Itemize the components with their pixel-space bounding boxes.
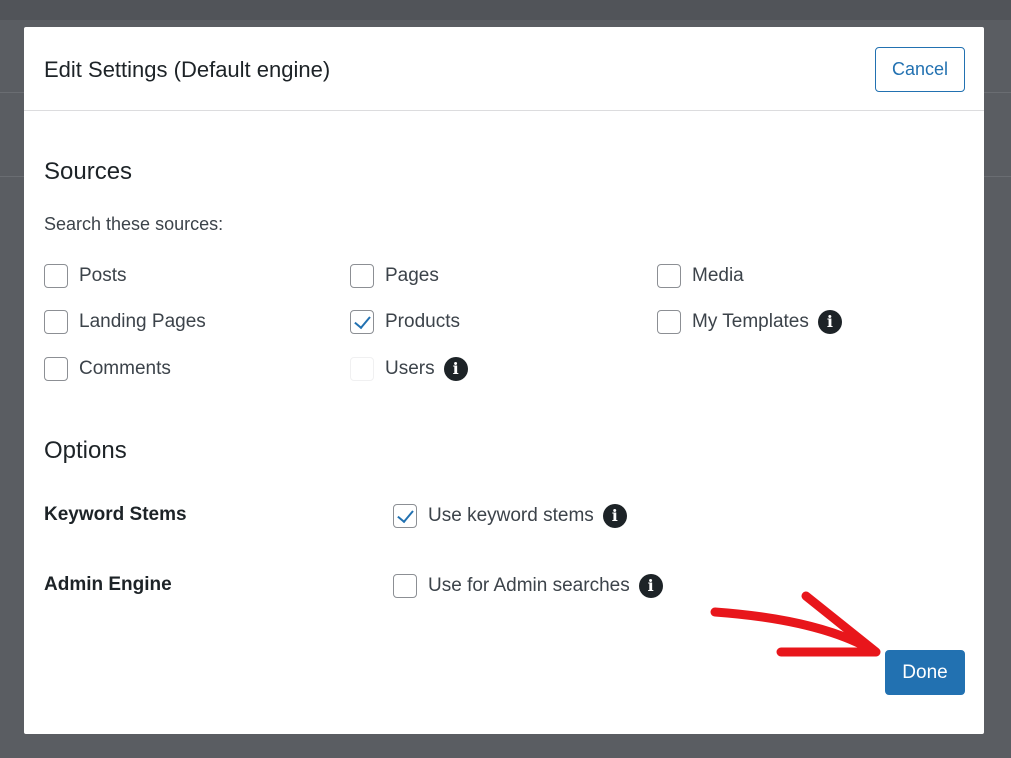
keyword-stems-label: Keyword Stems (44, 504, 187, 525)
info-icon[interactable]: i (443, 357, 468, 381)
done-button[interactable]: Done (885, 650, 965, 695)
admin-engine-label: Admin Engine (44, 574, 172, 595)
sources-subtext: Search these sources: (44, 214, 224, 234)
option-checkbox-label: Use for Admin searches (428, 575, 630, 596)
source-my-templates[interactable]: My Templates i (657, 309, 842, 335)
source-media[interactable]: Media (657, 263, 744, 289)
keyword-stems-option[interactable]: Use keyword stems i (393, 503, 627, 529)
sources-heading: Sources (44, 158, 133, 185)
source-label: Media (692, 265, 744, 286)
source-label: Users (385, 358, 435, 379)
source-label: My Templates (692, 311, 809, 332)
source-users[interactable]: Users i (350, 356, 468, 382)
checkbox-disabled[interactable] (350, 357, 374, 381)
info-icon[interactable]: i (602, 504, 627, 528)
option-checkbox-label: Use keyword stems (428, 505, 594, 526)
source-label: Products (385, 311, 460, 332)
source-label: Pages (385, 265, 439, 286)
modal-header: Edit Settings (Default engine) Cancel (24, 27, 984, 111)
source-label: Comments (79, 358, 171, 379)
checkbox[interactable] (350, 264, 374, 288)
checkbox-checked[interactable] (393, 504, 417, 528)
info-icon[interactable]: i (817, 310, 842, 334)
cancel-button[interactable]: Cancel (875, 47, 965, 92)
checkbox[interactable] (657, 264, 681, 288)
source-products[interactable]: Products (350, 309, 460, 335)
source-label: Posts (79, 265, 127, 286)
source-pages[interactable]: Pages (350, 263, 439, 289)
source-landing-pages[interactable]: Landing Pages (44, 309, 206, 335)
admin-searches-option[interactable]: Use for Admin searches i (393, 573, 663, 599)
edit-settings-modal: Edit Settings (Default engine) Cancel So… (24, 27, 984, 734)
background-page-header (0, 0, 1011, 20)
source-posts[interactable]: Posts (44, 263, 127, 289)
options-heading: Options (44, 437, 127, 464)
source-label: Landing Pages (79, 311, 206, 332)
source-comments[interactable]: Comments (44, 356, 171, 382)
checkbox[interactable] (393, 574, 417, 598)
checkbox[interactable] (657, 310, 681, 334)
checkbox[interactable] (44, 357, 68, 381)
checkbox[interactable] (44, 264, 68, 288)
checkbox[interactable] (44, 310, 68, 334)
checkbox-checked[interactable] (350, 310, 374, 334)
modal-title: Edit Settings (Default engine) (44, 57, 331, 82)
info-icon[interactable]: i (638, 574, 663, 598)
